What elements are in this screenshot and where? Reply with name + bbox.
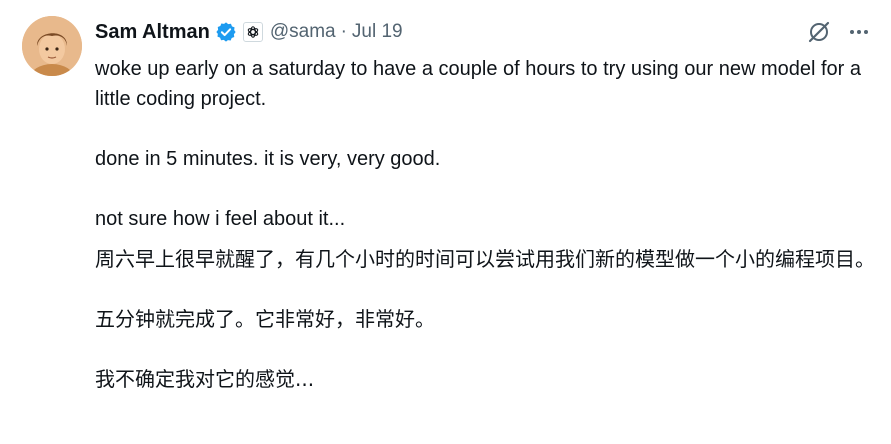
tweet-text: woke up early on a saturday to have a co… xyxy=(95,54,875,394)
tweet-paragraph: done in 5 minutes. it is very, very good… xyxy=(95,148,441,170)
translation-paragraph: 我不确定我对它的感觉... xyxy=(95,367,315,391)
avatar-illustration xyxy=(22,16,82,76)
author-display-name[interactable]: Sam Altman xyxy=(95,21,210,44)
grok-icon[interactable] xyxy=(806,19,832,45)
author-handle[interactable]: @sama xyxy=(270,21,336,43)
tweet-paragraph: not sure how i feel about it... xyxy=(95,208,346,230)
translation-paragraph: 五分钟就完成了。它非常好，非常好。 xyxy=(95,307,435,331)
tweet-date[interactable]: Jul 19 xyxy=(352,21,403,43)
tweet: Sam Altman @sama · Jul 19 woke up early … xyxy=(0,0,891,444)
verified-badge-icon[interactable] xyxy=(215,21,237,43)
translation-block: 周六早上很早就醒了，有几个小时的时间可以尝试用我们新的模型做一个小的编程项目。 … xyxy=(95,244,875,394)
more-icon[interactable] xyxy=(846,19,872,45)
avatar[interactable] xyxy=(22,16,82,76)
separator-dot: · xyxy=(340,21,347,42)
tweet-paragraph: woke up early on a saturday to have a co… xyxy=(95,58,861,110)
openai-logo-icon[interactable] xyxy=(242,22,263,42)
translation-paragraph: 周六早上很早就醒了，有几个小时的时间可以尝试用我们新的模型做一个小的编程项目。 xyxy=(95,247,875,271)
tweet-header: Sam Altman @sama · Jul 19 xyxy=(95,17,403,47)
